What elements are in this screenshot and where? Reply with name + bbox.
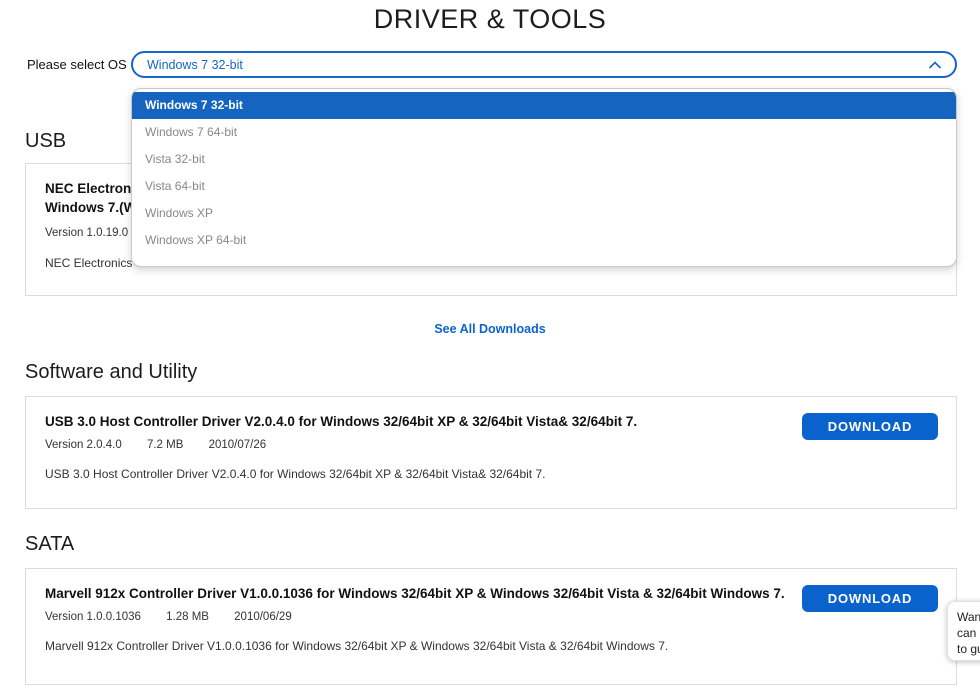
os-option-vista-64[interactable]: Vista 64-bit bbox=[132, 173, 956, 200]
os-option-vista-32[interactable]: Vista 32-bit bbox=[132, 146, 956, 173]
os-select-value: Windows 7 32-bit bbox=[147, 57, 243, 72]
os-option-windows-xp[interactable]: Windows XP bbox=[132, 200, 956, 227]
software-download-button[interactable]: DOWNLOAD bbox=[802, 413, 938, 440]
sata-driver-card: Marvell 912x Controller Driver V1.0.0.10… bbox=[25, 568, 957, 685]
sata-section-heading: SATA bbox=[25, 533, 75, 555]
software-driver-date: 2010/07/26 bbox=[208, 439, 267, 451]
sata-driver-size: 1.28 MB bbox=[166, 611, 209, 623]
os-select-label: Please select OS bbox=[27, 57, 127, 72]
software-driver-card: USB 3.0 Host Controller Driver V2.0.4.0 … bbox=[25, 396, 957, 509]
software-driver-version: Version 2.0.4.0 bbox=[45, 439, 122, 451]
sata-driver-version: Version 1.0.0.1036 bbox=[45, 611, 141, 623]
chat-popup-line1: Wan bbox=[957, 610, 980, 624]
chat-popup-line2: can bbox=[957, 626, 977, 640]
os-option-windows-xp-64[interactable]: Windows XP 64-bit bbox=[132, 227, 956, 254]
os-option-windows7-32[interactable]: Windows 7 32-bit bbox=[132, 92, 956, 119]
sata-driver-description: Marvell 912x Controller Driver V1.0.0.10… bbox=[45, 639, 669, 653]
os-dropdown-panel: Windows 7 32-bit Windows 7 64-bit Vista … bbox=[131, 88, 957, 267]
sata-download-button[interactable]: DOWNLOAD bbox=[802, 585, 938, 612]
os-option-windows7-64[interactable]: Windows 7 64-bit bbox=[132, 119, 956, 146]
software-section-heading: Software and Utility bbox=[25, 361, 198, 383]
usb-driver-version: Version 1.0.19.0 bbox=[45, 227, 129, 239]
see-all-downloads-link[interactable]: See All Downloads bbox=[434, 322, 545, 336]
usb-section-heading: USB bbox=[25, 130, 67, 152]
chevron-up-icon bbox=[929, 60, 941, 69]
chat-popup-line3: to gu bbox=[957, 642, 980, 656]
chat-popup[interactable]: Wan can to gu bbox=[947, 601, 980, 661]
sata-driver-date: 2010/06/29 bbox=[234, 611, 292, 623]
software-driver-description: USB 3.0 Host Controller Driver V2.0.4.0 … bbox=[45, 467, 546, 481]
driver-tools-page: DRIVER & TOOLS Please select OS Windows … bbox=[0, 0, 980, 700]
software-driver-size: 7.2 MB bbox=[146, 439, 184, 451]
page-title: DRIVER & TOOLS bbox=[373, 4, 607, 34]
os-select[interactable]: Windows 7 32-bit bbox=[131, 51, 957, 78]
